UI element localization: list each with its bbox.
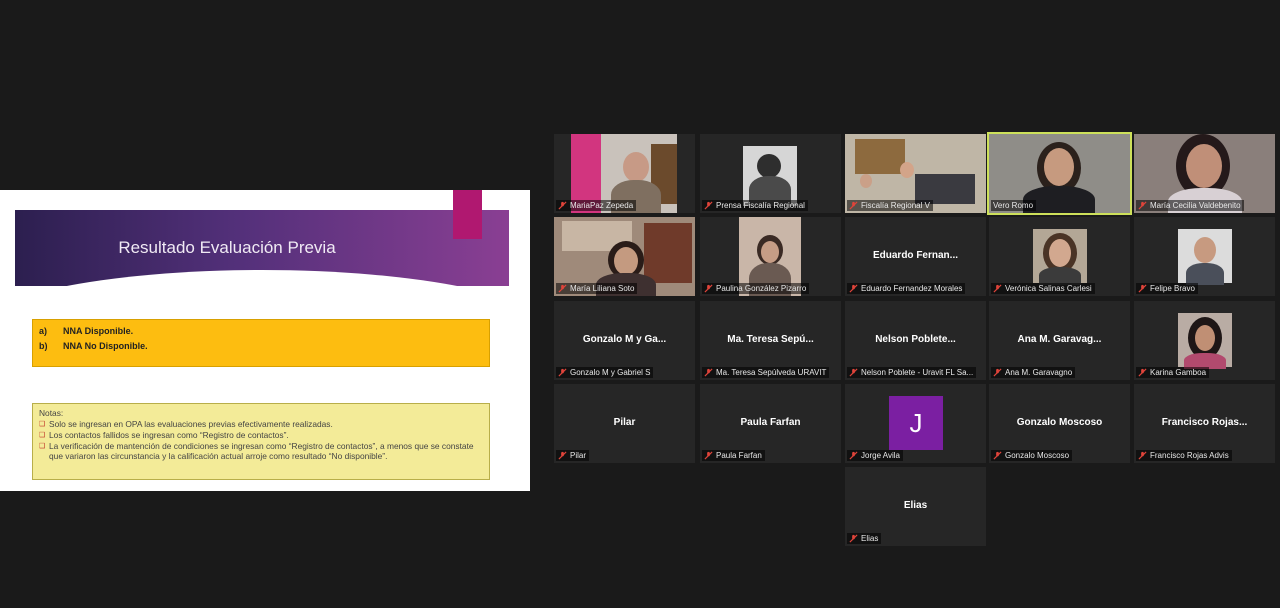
muted-mic-icon [558,368,567,377]
participant-avatar-image [743,146,797,206]
participant-display-name: Gonzalo M y Ga... [582,334,667,345]
slide-title: Resultado Evaluación Previa [118,238,336,257]
participant-tile[interactable]: Gonzalo Moscoso Gonzalo Moscoso [989,384,1130,463]
notes-title: Notas: [39,408,64,418]
participant-tile[interactable]: Ma. Teresa Sepú... Ma. Teresa Sepúlveda … [700,301,841,380]
participant-avatar-image [1033,229,1087,285]
option-a: a) NNA Disponible. [39,326,134,336]
muted-mic-icon [849,284,858,293]
participant-display-name: Francisco Rojas... [1161,417,1248,428]
muted-mic-icon [849,201,858,210]
participant-name-label: Gonzalo M y Gabriel S [556,367,654,378]
participant-tile[interactable]: Nelson Poblete... Nelson Poblete - Uravi… [845,301,986,380]
participant-avatar-image [1178,229,1232,285]
muted-mic-icon [704,284,713,293]
participant-tile[interactable]: Eduardo Fernan... Eduardo Fernandez Mora… [845,217,986,296]
participant-display-name: Pilar [613,417,636,428]
muted-mic-icon [849,534,858,543]
participant-name-label: Jorge Avila [847,450,903,461]
participant-name-label: Paulina González Pizarro [702,283,810,294]
participant-tile[interactable]: Elias Elias [845,467,986,546]
muted-mic-icon [704,368,713,377]
participant-tile[interactable]: Ana M. Garavag... Ana M. Garavagno [989,301,1130,380]
muted-mic-icon [849,451,858,460]
participant-name-label: Gonzalo Moscoso [991,450,1073,461]
participant-name-label: Karina Gamboa [1136,367,1210,378]
participant-name-label: Nelson Poblete - Uravit FL Sa... [847,367,977,378]
participant-tile[interactable]: Felipe Bravo [1134,217,1275,296]
participant-tile[interactable]: Paulina González Pizarro [700,217,841,296]
notes-box: Notas: ❑ Solo se ingresan en OPA las eva… [32,403,490,480]
participant-name-label: Eduardo Fernandez Morales [847,283,966,294]
muted-mic-icon [704,451,713,460]
muted-mic-icon [993,451,1002,460]
participant-tile[interactable]: Pilar Pilar [554,384,695,463]
bullet-icon: ❑ [39,421,46,428]
participant-display-name: Eduardo Fernan... [872,250,958,261]
participant-display-name: Elias [903,500,928,511]
participant-display-name: Paula Farfan [740,417,801,428]
participant-name-label: MariaPaz Zepeda [556,200,637,211]
muted-mic-icon [558,284,567,293]
participant-display-name: Ana M. Garavag... [1017,334,1102,345]
participant-name-label: Ma. Teresa Sepúlveda URAVIT [702,367,830,378]
option-b: b) NNA No Disponible. [39,341,148,351]
participant-tile[interactable]: María Liliana Soto [554,217,695,296]
participant-tile[interactable]: Paula Farfan Paula Farfan [700,384,841,463]
options-box: a) NNA Disponible. b) NNA No Disponible. [32,319,490,367]
muted-mic-icon [1138,284,1147,293]
shared-presentation-slide: Resultado Evaluación Previa a) NNA Dispo… [0,190,530,491]
muted-mic-icon [1138,451,1147,460]
muted-mic-icon [1138,368,1147,377]
participant-name-label: María Cecilia Valdebenito [1136,200,1244,211]
participant-tile[interactable]: MariaPaz Zepeda [554,134,695,213]
participant-name-label: Felipe Bravo [1136,283,1198,294]
slide-banner-accent [453,190,482,239]
participant-name-label: María Liliana Soto [556,283,638,294]
muted-mic-icon [993,284,1002,293]
participant-display-name: Gonzalo Moscoso [1016,417,1103,428]
participant-display-name: Ma. Teresa Sepú... [727,334,814,345]
participant-name-label: Fiscalía Regional V [847,200,933,211]
participant-avatar-image [1178,313,1232,369]
muted-mic-icon [849,368,858,377]
participant-tile[interactable]: Francisco Rojas... Francisco Rojas Advis [1134,384,1275,463]
participant-tile[interactable]: Prensa Fiscalía Regional [700,134,841,213]
participant-tile[interactable]: Karina Gamboa [1134,301,1275,380]
muted-mic-icon [558,451,567,460]
participant-name-label: Elias [847,533,882,544]
bullet-icon: ❑ [39,432,46,439]
bullet-icon: ❑ [39,443,46,450]
participant-tile[interactable]: Gonzalo M y Ga... Gonzalo M y Gabriel S [554,301,695,380]
participant-tile[interactable]: María Cecilia Valdebenito [1134,134,1275,213]
active-speaker-tile[interactable]: Vero Romo [987,132,1132,215]
participant-name-label: Vero Romo [991,200,1037,211]
participant-tile[interactable]: Verónica Salinas Carlesi [989,217,1130,296]
participant-name-label: Pilar [556,450,590,461]
participant-name-label: Paula Farfan [702,450,765,461]
participant-name-label: Verónica Salinas Carlesi [991,283,1095,294]
participant-display-name: Nelson Poblete... [875,334,956,345]
muted-mic-icon [993,368,1002,377]
note-item: ❑ La verificación de mantención de condi… [39,441,474,461]
participant-tile[interactable]: J Jorge Avila [845,384,986,463]
muted-mic-icon [558,201,567,210]
participant-initial-avatar: J [889,396,943,450]
participant-name-label: Ana M. Garavagno [991,367,1076,378]
muted-mic-icon [1138,201,1147,210]
muted-mic-icon [704,201,713,210]
participant-tile[interactable]: Fiscalía Regional V [845,134,986,213]
note-item: ❑ Los contactos fallidos se ingresan com… [39,430,289,440]
participant-name-label: Francisco Rojas Advis [1136,450,1232,461]
note-item: ❑ Solo se ingresan en OPA las evaluacion… [39,419,333,429]
participant-name-label: Prensa Fiscalía Regional [702,200,808,211]
